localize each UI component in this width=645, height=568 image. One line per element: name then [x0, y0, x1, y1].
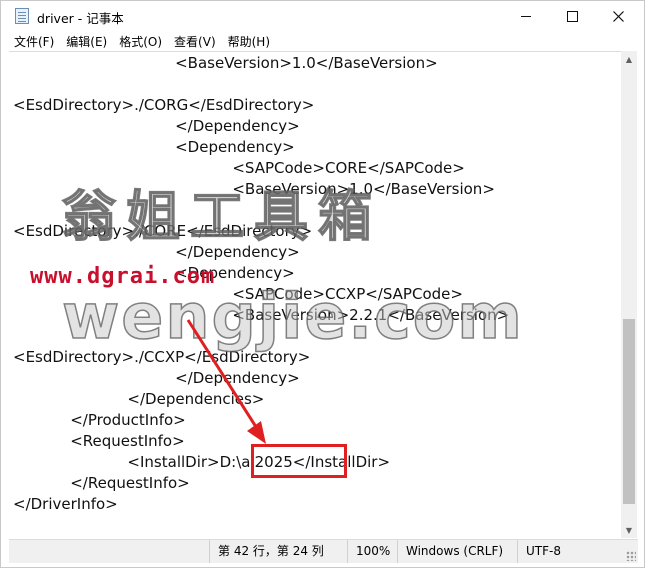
highlight-box — [251, 444, 347, 478]
annotation-arrow-icon — [186, 319, 266, 444]
